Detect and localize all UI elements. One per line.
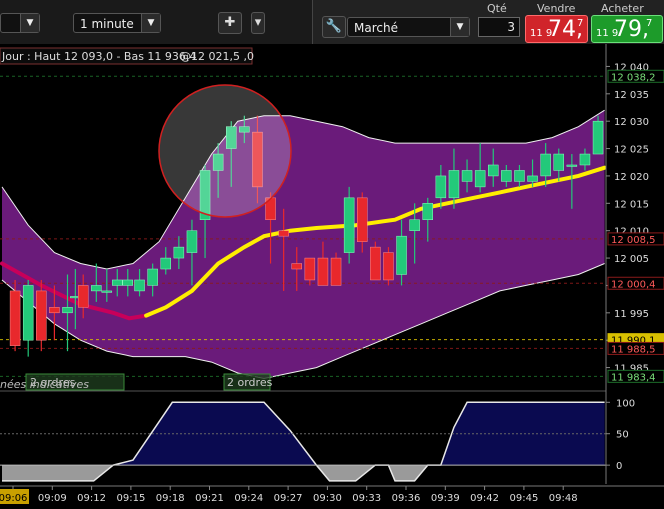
x-tick-label: 09:21 bbox=[195, 493, 224, 504]
candle-body bbox=[396, 235, 407, 275]
candle-body bbox=[49, 307, 60, 314]
y-tick-label: 11 995 bbox=[614, 309, 649, 320]
candle-body bbox=[291, 263, 302, 270]
candle-body bbox=[9, 290, 21, 346]
sell-label: Vendre bbox=[537, 2, 576, 15]
chevron-down-icon: ▼ bbox=[20, 14, 39, 32]
x-tick-label: 09:39 bbox=[431, 493, 460, 504]
price-badge-label: 11 988,5 bbox=[611, 344, 656, 355]
price-badge-label: 12 008,5 bbox=[611, 235, 656, 246]
y-tick-label: 12 025 bbox=[614, 145, 649, 156]
y-tick-label: 12 035 bbox=[614, 90, 649, 101]
chevron-down-icon: ▼ bbox=[141, 14, 160, 32]
x-tick-label: 09:27 bbox=[274, 493, 303, 504]
price-badge-label: 12 038,2 bbox=[611, 72, 656, 83]
candle-body bbox=[566, 164, 578, 167]
candle-body bbox=[160, 257, 171, 270]
candle-body bbox=[317, 257, 329, 286]
candle-body bbox=[592, 120, 604, 155]
y-tick-label: 12 030 bbox=[614, 117, 649, 128]
x-tick-label: 09:42 bbox=[470, 493, 499, 504]
candle-body bbox=[22, 285, 34, 341]
order-type-dropdown[interactable]: Marché ▼ bbox=[347, 17, 470, 37]
candle-body bbox=[370, 246, 381, 281]
candle-body bbox=[422, 203, 433, 220]
candle-body bbox=[304, 257, 316, 281]
wrench-icon[interactable]: 🔧 bbox=[322, 16, 346, 38]
qty-input[interactable]: 3 bbox=[478, 17, 520, 37]
toolbar: ▼ 1 minute ▼ ✚ ▾ 🔧 Marché ▼ Qté 3 Vendre… bbox=[0, 0, 664, 45]
candle-body bbox=[278, 230, 289, 237]
x-tick-label: 09:12 bbox=[77, 493, 106, 504]
y-tick-label: 12 005 bbox=[614, 254, 649, 265]
candle-body bbox=[134, 279, 145, 292]
indicators-icon[interactable]: ✚ bbox=[218, 12, 242, 34]
candle-body bbox=[122, 279, 134, 286]
candle-body bbox=[527, 175, 538, 182]
candle-body bbox=[357, 197, 368, 242]
candle-body bbox=[173, 246, 185, 259]
candle-body bbox=[488, 164, 499, 177]
candle-body bbox=[36, 290, 47, 341]
candle-body bbox=[112, 279, 123, 286]
chevron-down-icon: ▼ bbox=[450, 18, 469, 36]
indicative-note: nées indicatives bbox=[0, 378, 89, 391]
osc-tick-label: 100 bbox=[616, 398, 635, 409]
y-tick-label: 12 020 bbox=[614, 172, 649, 183]
highlight-circle bbox=[158, 84, 292, 218]
buy-label: Acheter bbox=[601, 2, 644, 15]
candle-body bbox=[409, 219, 420, 231]
sell-button[interactable]: 11 9 74, 7 bbox=[525, 15, 588, 43]
orders-badge-right-text: 2 ordres bbox=[227, 376, 273, 389]
candle-body bbox=[383, 252, 394, 281]
x-tick-label: 09:33 bbox=[352, 493, 381, 504]
info-bar-right: @12 021,5 ,0 bbox=[180, 50, 254, 63]
x-tick-label: 09:45 bbox=[509, 493, 538, 504]
candle-body bbox=[448, 170, 460, 199]
candle-body bbox=[501, 170, 512, 182]
candle-body bbox=[186, 230, 198, 253]
info-bar-left: Jour : Haut 12 093,0 - Bas 11 936,4 bbox=[1, 50, 196, 63]
candle-body bbox=[579, 153, 591, 166]
candle-body bbox=[435, 175, 447, 199]
candle-body bbox=[514, 170, 525, 182]
chevron-down-icon[interactable]: ▾ bbox=[251, 12, 265, 34]
candle-body bbox=[540, 153, 551, 177]
order-type-value: Marché bbox=[354, 21, 398, 35]
candle-body bbox=[147, 268, 158, 286]
x-tick-label: 09:09 bbox=[38, 493, 67, 504]
price-badge-label: 11 983,4 bbox=[611, 372, 656, 383]
period-value: 1 minute bbox=[80, 17, 134, 31]
candle-body bbox=[461, 170, 473, 182]
candle-body bbox=[330, 257, 342, 286]
candle-body bbox=[77, 285, 89, 308]
x-tick-label: 09:48 bbox=[549, 493, 578, 504]
x-tick-label: 09:24 bbox=[234, 493, 263, 504]
candle-body bbox=[343, 197, 355, 253]
y-axis-background bbox=[606, 44, 664, 509]
x-tick-label: 09:15 bbox=[116, 493, 145, 504]
y-tick-label: 12 015 bbox=[614, 199, 649, 210]
period-dropdown[interactable]: 1 minute ▼ bbox=[73, 13, 161, 33]
candle-body bbox=[91, 285, 102, 292]
candle-body bbox=[101, 290, 113, 293]
osc-tick-label: 50 bbox=[616, 430, 629, 441]
price-badge-label: 12 000,4 bbox=[611, 279, 656, 290]
x-tick-label: 09:18 bbox=[156, 493, 185, 504]
x-tick-label: 09:36 bbox=[392, 493, 421, 504]
chart-type-dropdown[interactable]: ▼ bbox=[0, 13, 40, 33]
qty-label: Qté bbox=[487, 2, 507, 15]
buy-button[interactable]: 11 9 79, 7 bbox=[591, 15, 663, 43]
candle-body bbox=[62, 307, 73, 314]
candle-body bbox=[474, 170, 486, 188]
x-tick-label: 09:30 bbox=[313, 493, 342, 504]
price-chart[interactable]: 12 04012 03512 03012 02512 02012 01512 0… bbox=[0, 44, 664, 509]
candle-body bbox=[553, 153, 564, 171]
osc-tick-label: 0 bbox=[616, 461, 622, 472]
x-tick-label: 09:06 bbox=[0, 493, 27, 504]
